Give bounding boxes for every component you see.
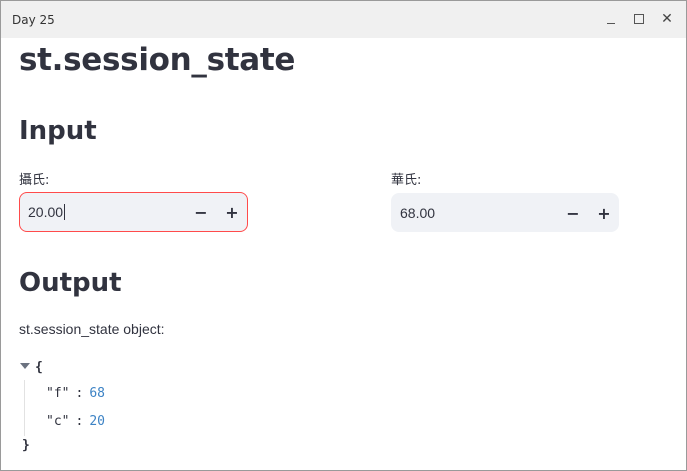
collapse-triangle-icon[interactable] (20, 363, 30, 369)
json-entry: "f":68 (46, 386, 105, 401)
maximize-button[interactable] (627, 8, 651, 30)
close-button[interactable]: ✕ (655, 8, 679, 30)
json-key: "c" (46, 414, 70, 429)
minimize-icon (607, 22, 615, 24)
celsius-value[interactable]: 20.00 (28, 204, 66, 220)
page-title: st.session_state (19, 42, 296, 78)
json-close-brace: } (22, 438, 30, 453)
minimize-button[interactable] (599, 8, 623, 30)
json-indent-guide (24, 380, 25, 436)
fahrenheit-label: 華氏: (391, 173, 422, 188)
json-entry: "c":20 (46, 414, 105, 429)
app-window: Day 25 ✕ st.session_state Input 攝氏: 20.0… (0, 0, 687, 471)
json-open-brace: { (35, 360, 43, 375)
celsius-number-input[interactable]: 20.00 − + (19, 192, 248, 232)
input-heading: Input (19, 116, 97, 146)
json-colon: : (75, 386, 84, 401)
title-bar: Day 25 ✕ (1, 1, 686, 38)
fahrenheit-decrement-button[interactable]: − (557, 194, 589, 232)
text-caret (64, 204, 66, 220)
json-colon: : (75, 414, 84, 429)
fahrenheit-value[interactable]: 68.00 (400, 205, 435, 221)
minus-icon: − (566, 203, 580, 223)
json-value: 68 (89, 386, 105, 401)
window-title: Day 25 (12, 13, 55, 27)
maximize-icon (634, 14, 644, 24)
celsius-increment-button[interactable]: + (216, 193, 248, 231)
output-caption: st.session_state object: (19, 321, 165, 337)
celsius-decrement-button[interactable]: − (185, 193, 217, 231)
fahrenheit-number-input[interactable]: 68.00 − + (391, 193, 619, 232)
json-value: 20 (89, 414, 105, 429)
output-heading: Output (19, 268, 122, 298)
fahrenheit-increment-button[interactable]: + (588, 194, 620, 232)
plus-icon: + (597, 203, 611, 223)
minus-icon: − (194, 202, 208, 222)
close-icon: ✕ (661, 11, 673, 27)
celsius-label: 攝氏: (19, 173, 50, 188)
plus-icon: + (225, 202, 239, 222)
json-key: "f" (46, 386, 70, 401)
